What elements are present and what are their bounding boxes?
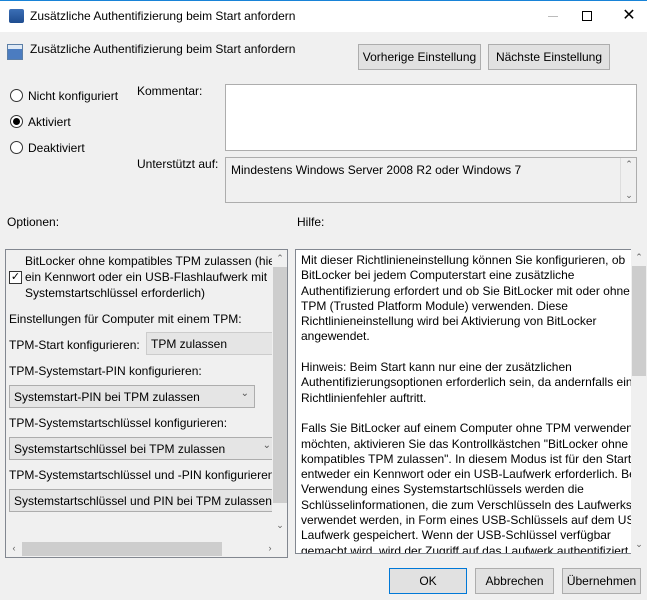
- help-line: Falls Sie BitLocker auf einem Computer o…: [301, 421, 632, 436]
- key-select[interactable]: Systemstartschlüssel bei TPM zulassen ⌄: [9, 437, 277, 460]
- policy-title: Zusätzliche Authentifizierung beim Start…: [30, 42, 296, 56]
- minimize-button[interactable]: [530, 1, 576, 33]
- radio-not-configured[interactable]: [10, 89, 23, 102]
- apply-button[interactable]: Übernehmen: [562, 568, 641, 594]
- scroll-up-icon: ⌃: [625, 159, 633, 169]
- help-line: Authentifizierungsoptionen erforderlich …: [301, 375, 632, 390]
- checkbox-label-line: Systemstartschlüssel erforderlich): [25, 286, 206, 300]
- radio-not-configured-label: Nicht konfiguriert: [28, 89, 119, 103]
- maximize-icon: [582, 11, 592, 21]
- key-label: TPM-Systemstartschlüssel konfigurieren:: [9, 416, 228, 430]
- help-line: Schlüsselinformationen, die zum Verschlü…: [301, 497, 632, 512]
- tpm-start-value: TPM zulassen: [151, 336, 228, 351]
- window-title: Zusätzliche Authentifizierung beim Start…: [30, 9, 296, 23]
- tpm-heading: Einstellungen für Computer mit einem TPM…: [9, 312, 242, 326]
- options-panel: BitLocker ohne kompatibles TPM zulassen …: [5, 249, 288, 558]
- radio-disabled[interactable]: [10, 141, 23, 154]
- scroll-thumb[interactable]: [22, 542, 222, 556]
- help-line: [301, 406, 631, 421]
- keypin-label: TPM-Systemstartschlüssel und -PIN konfig…: [9, 468, 278, 482]
- help-line: verwendet werden, in Form eines USB-Schl…: [301, 513, 632, 528]
- checkmark-icon: ✓: [10, 271, 21, 283]
- help-label: Hilfe:: [297, 215, 325, 229]
- help-scrollbar[interactable]: ⌃ ⌄: [631, 249, 647, 554]
- options-label: Optionen:: [7, 215, 60, 229]
- chevron-down-icon: ⌄: [240, 388, 249, 399]
- chevron-down-icon: ⌄: [262, 440, 271, 451]
- radio-enabled-label: Aktiviert: [28, 115, 71, 129]
- scroll-thumb[interactable]: [273, 267, 287, 503]
- pin-select[interactable]: Systemstart-PIN bei TPM zulassen ⌄: [9, 385, 255, 408]
- supported-value: Mindestens Windows Server 2008 R2 oder W…: [231, 163, 522, 177]
- scroll-down-icon: ⌄: [625, 190, 633, 200]
- title-bar: Zusätzliche Authentifizierung beim Start…: [0, 0, 647, 32]
- help-line: [301, 345, 631, 360]
- cancel-button[interactable]: Abbrechen: [475, 568, 554, 594]
- checkbox-label-line: ein Kennwort oder ein USB-Flashlaufwerk …: [25, 270, 268, 284]
- scroll-up-icon: ⌃: [276, 253, 284, 263]
- help-line: Verwendung eines Systemstartschlüssels w…: [301, 482, 584, 497]
- app-icon: [9, 9, 24, 23]
- key-value: Systemstartschlüssel bei TPM zulassen: [14, 441, 226, 456]
- ok-button[interactable]: OK: [389, 568, 467, 594]
- help-line: Laufwerk gespeichert. Wenn der USB-Schlü…: [301, 528, 611, 543]
- bitlocker-without-tpm-checkbox[interactable]: ✓: [9, 271, 22, 284]
- tpm-start-label: TPM-Start konfigurieren:: [9, 338, 140, 352]
- help-line: Mit dieser Richtlinieneinstellung können…: [301, 253, 626, 267]
- help-line: TPM (Trusted Platform Module) verwenden.…: [301, 298, 568, 313]
- comment-label: Kommentar:: [137, 84, 203, 98]
- scroll-down-icon: ⌄: [635, 539, 643, 549]
- supported-label: Unterstützt auf:: [137, 157, 219, 171]
- keypin-value: Systemstartschlüssel und PIN bei TPM zul…: [14, 493, 272, 508]
- help-line: gemacht wird, wird der Zugriff auf das L…: [301, 543, 632, 554]
- help-line: angewendet.: [301, 329, 370, 344]
- scroll-up-icon: ⌃: [635, 252, 643, 262]
- help-line: Authentifizierung erfordert und ob Sie B…: [301, 283, 630, 298]
- close-icon: ✕: [622, 7, 636, 24]
- pin-value: Systemstart-PIN bei TPM zulassen: [14, 389, 200, 404]
- help-line: BitLocker bei jedem Computerstart eine z…: [301, 268, 575, 283]
- scroll-down-icon: ⌄: [276, 520, 284, 530]
- help-line: möchten, aktivieren Sie das Kontrollkäst…: [301, 436, 629, 451]
- radio-disabled-label: Deaktiviert: [28, 141, 85, 155]
- checkbox-label-line: BitLocker ohne kompatibles TPM zulassen …: [25, 254, 288, 268]
- help-line: Richtlinienfehler auftritt.: [301, 390, 427, 405]
- help-line: Hinweis: Beim Start kann nur eine der zu…: [301, 360, 572, 375]
- keypin-select[interactable]: Systemstartschlüssel und PIN bei TPM zul…: [9, 489, 277, 512]
- scroll-right-icon: ›: [268, 543, 272, 553]
- comment-textarea[interactable]: [225, 84, 637, 151]
- help-panel: Mit dieser Richtlinieneinstellung können…: [295, 249, 632, 554]
- tpm-start-select[interactable]: TPM zulassen: [146, 332, 274, 355]
- minimize-icon: [548, 16, 558, 17]
- help-line: kompatibles TPM zulassen". In diesem Mod…: [301, 451, 632, 466]
- options-horizontal-scrollbar[interactable]: ‹ ›: [6, 541, 287, 557]
- options-vertical-scrollbar[interactable]: ⌃ ⌄: [272, 250, 287, 540]
- scroll-left-icon: ‹: [12, 543, 16, 553]
- supported-scrollbar[interactable]: ⌃ ⌄: [620, 158, 636, 202]
- next-setting-button[interactable]: Nächste Einstellung: [488, 44, 610, 70]
- previous-setting-button[interactable]: Vorherige Einstellung: [358, 44, 481, 70]
- policy-icon: [7, 44, 23, 60]
- scroll-thumb[interactable]: [632, 266, 646, 376]
- help-text: Mit dieser Richtlinieneinstellung können…: [301, 253, 632, 554]
- help-line: entweder ein Kennwort oder ein USB-Laufw…: [301, 467, 632, 482]
- supported-box: Mindestens Windows Server 2008 R2 oder W…: [225, 157, 637, 203]
- radio-enabled[interactable]: [10, 115, 23, 128]
- close-button[interactable]: ✕: [616, 5, 642, 29]
- help-line: Richtlinieneinstellung wird bei Aktivier…: [301, 314, 597, 329]
- pin-label: TPM-Systemstart-PIN konfigurieren:: [9, 364, 202, 378]
